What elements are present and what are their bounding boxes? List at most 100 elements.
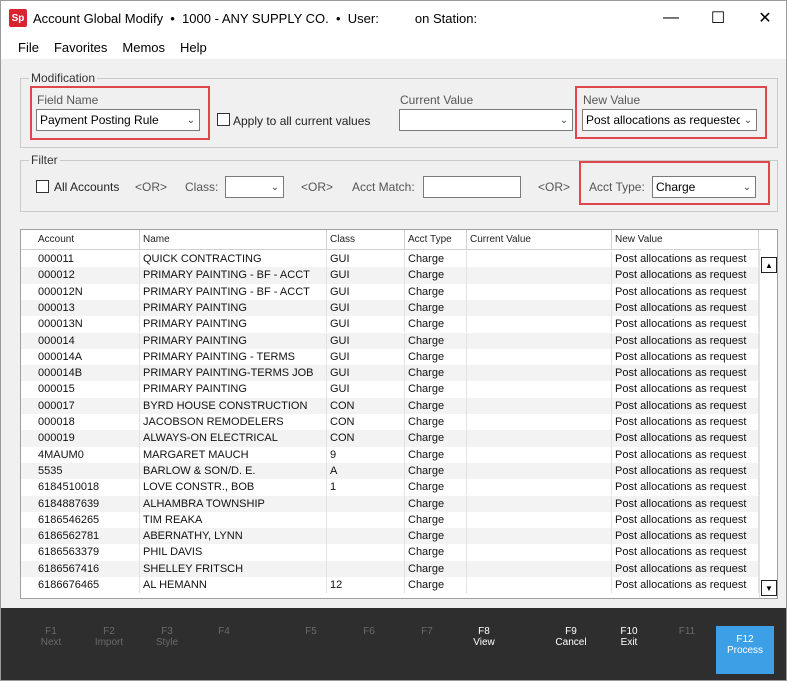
- table-row[interactable]: 6186563379 PHIL DAVIS Charge Post allocatio…: [21, 544, 761, 561]
- fkey-f6: F6: [341, 626, 397, 670]
- cell-new-value: Post allocations as request: [612, 381, 759, 398]
- cell-name: SHELLEY FRITSCH: [140, 560, 327, 577]
- cell-new-value: Post allocations as request: [612, 283, 759, 300]
- cell-new-value: Post allocations as request: [612, 316, 759, 333]
- cell-class: [327, 511, 405, 529]
- fkey-f5: F5: [283, 626, 339, 670]
- table-row[interactable]: 000012 PRIMARY PAINTING - BF - ACCT GUI Cha…: [21, 267, 761, 284]
- menu-file[interactable]: File: [18, 40, 39, 55]
- fkey-f1-next: F1 Next: [23, 626, 79, 670]
- table-row[interactable]: 6186567416 SHELLEY FRITSCH Charge Post allo…: [21, 560, 761, 577]
- scroll-up-icon[interactable]: ▲: [761, 257, 777, 273]
- cell-acct-type: Charge: [405, 544, 467, 561]
- cell-new-value: Post allocations as request: [612, 577, 759, 594]
- fkey-action: Import: [94, 637, 124, 648]
- table-row[interactable]: 6184887639 ALHAMBRA TOWNSHIP Charge Post al…: [21, 495, 761, 512]
- table-row[interactable]: 6186562781 ABERNATHY, LYNN Charge Post allo…: [21, 528, 761, 545]
- or-separator: <OR>: [538, 180, 571, 194]
- col-account[interactable]: Account: [35, 230, 140, 250]
- cell-name: JACOBSON REMODELERS: [140, 414, 327, 431]
- cell-account: 000017: [35, 397, 140, 414]
- table-row[interactable]: 000014 PRIMARY PAINTING GUI Charge Post allo…: [21, 332, 761, 349]
- col-current-value[interactable]: Current Value: [467, 230, 612, 250]
- close-button[interactable]: ✕: [742, 1, 787, 35]
- table-row[interactable]: 000013 PRIMARY PAINTING GUI Charge Post allo…: [21, 299, 761, 317]
- cell-name: ALHAMBRA TOWNSHIP: [140, 495, 327, 512]
- cell-name: PRIMARY PAINTING: [140, 332, 327, 349]
- acct-match-input[interactable]: [423, 176, 521, 198]
- cell-new-value: Post allocations as request: [612, 251, 759, 268]
- fkey-f9-cancel[interactable]: F9 Cancel: [543, 626, 599, 670]
- cell-name: PHIL DAVIS: [140, 544, 327, 561]
- fkey-action: Exit: [620, 637, 638, 648]
- cell-current-value: [467, 528, 612, 545]
- minimize-button[interactable]: —: [648, 1, 694, 35]
- table-row[interactable]: 000017 BYRD HOUSE CONSTRUCTION CON Charge Po…: [21, 397, 761, 414]
- cell-name: ABERNATHY, LYNN: [140, 528, 327, 545]
- cell-current-value: [467, 479, 612, 496]
- table-row[interactable]: 000018 JACOBSON REMODELERS CON Charge Post a…: [21, 414, 761, 431]
- cell-account: 000015: [35, 381, 140, 398]
- cell-class: GUI: [327, 299, 405, 317]
- all-accounts-checkbox[interactable]: [36, 180, 49, 193]
- cell-class: GUI: [327, 365, 405, 382]
- fkey-action: Process: [726, 645, 764, 656]
- current-value-select[interactable]: ⌄: [399, 109, 573, 131]
- cell-acct-type: Charge: [405, 267, 467, 284]
- apply-all-checkbox[interactable]: [217, 113, 230, 126]
- menu-help[interactable]: Help: [180, 40, 207, 55]
- fkey-f2-import: F2 Import: [81, 626, 137, 670]
- table-row[interactable]: 000014B PRIMARY PAINTING-TERMS JOB GUI Char…: [21, 365, 761, 382]
- table-row[interactable]: 5535 BARLOW & SON/D. E. A Charge Post alloca…: [21, 462, 761, 480]
- cell-name: PRIMARY PAINTING: [140, 381, 327, 398]
- table-row[interactable]: 000012N PRIMARY PAINTING - BF - ACCT GUI Ch…: [21, 283, 761, 300]
- table-row[interactable]: 000015 PRIMARY PAINTING GUI Charge Post allo…: [21, 381, 761, 398]
- fkey-f4: F4: [196, 626, 252, 670]
- table-row[interactable]: 000019 ALWAYS-ON ELECTRICAL CON Charge Post …: [21, 430, 761, 447]
- fkey-label: F11: [678, 626, 696, 637]
- cell-acct-type: Charge: [405, 511, 467, 529]
- table-row[interactable]: 6186676465 AL HEMANN 12 Charge Post allocati…: [21, 577, 761, 594]
- cell-current-value: [467, 446, 612, 463]
- cell-current-value: [467, 251, 612, 268]
- cell-class: CON: [327, 397, 405, 414]
- col-class[interactable]: Class: [327, 230, 405, 250]
- acct-match-label: Acct Match:: [352, 180, 415, 194]
- table-row[interactable]: 6184510018 LOVE CONSTR., BOB 1 Charge Post a…: [21, 479, 761, 496]
- cell-account: 6186567416: [35, 560, 140, 577]
- cell-name: QUICK CONTRACTING: [140, 251, 327, 268]
- cell-new-value: Post allocations as request: [612, 462, 759, 480]
- cell-current-value: [467, 283, 612, 300]
- table-row[interactable]: 000011 QUICK CONTRACTING GUI Charge Post all…: [21, 251, 761, 268]
- table-row[interactable]: 000014A PRIMARY PAINTING - TERMS GUI Charge…: [21, 348, 761, 366]
- menu-memos[interactable]: Memos: [122, 40, 165, 55]
- table-row[interactable]: 4MAUM0 MARGARET MAUCH 9 Charge Post allocati…: [21, 446, 761, 463]
- fkey-label: F6: [363, 626, 375, 637]
- fkey-label: F7: [421, 626, 433, 637]
- cell-new-value: Post allocations as request: [612, 479, 759, 496]
- current-value-label: Current Value: [400, 93, 474, 107]
- fkey-label: F12: [736, 634, 754, 645]
- class-select[interactable]: ⌄: [225, 176, 284, 198]
- cell-account: 6186546265: [35, 511, 140, 529]
- fkey-action: View: [473, 637, 495, 648]
- fkey-f10-exit[interactable]: F10 Exit: [601, 626, 657, 670]
- vertical-scrollbar[interactable]: ▲ ▼: [759, 250, 777, 598]
- menu-favorites[interactable]: Favorites: [54, 40, 107, 55]
- fkey-f8-view[interactable]: F8 View: [456, 626, 512, 670]
- fkey-action: Cancel: [555, 637, 587, 648]
- col-new-value[interactable]: New Value: [612, 230, 759, 250]
- maximize-button[interactable]: ☐: [695, 1, 741, 35]
- fkey-f12-process[interactable]: F12 Process: [716, 626, 774, 674]
- cell-current-value: [467, 316, 612, 333]
- table-row[interactable]: 6186546265 TIM REAKA Charge Post allocation…: [21, 511, 761, 529]
- col-name[interactable]: Name: [140, 230, 327, 250]
- cell-current-value: [467, 577, 612, 594]
- col-acct-type[interactable]: Acct Type: [405, 230, 467, 250]
- cell-new-value: Post allocations as request: [612, 414, 759, 431]
- table-row[interactable]: 000013N PRIMARY PAINTING GUI Charge Post all…: [21, 316, 761, 333]
- cell-new-value: Post allocations as request: [612, 365, 759, 382]
- cell-acct-type: Charge: [405, 495, 467, 512]
- scroll-down-icon[interactable]: ▼: [761, 580, 777, 596]
- cell-account: 000012N: [35, 283, 140, 300]
